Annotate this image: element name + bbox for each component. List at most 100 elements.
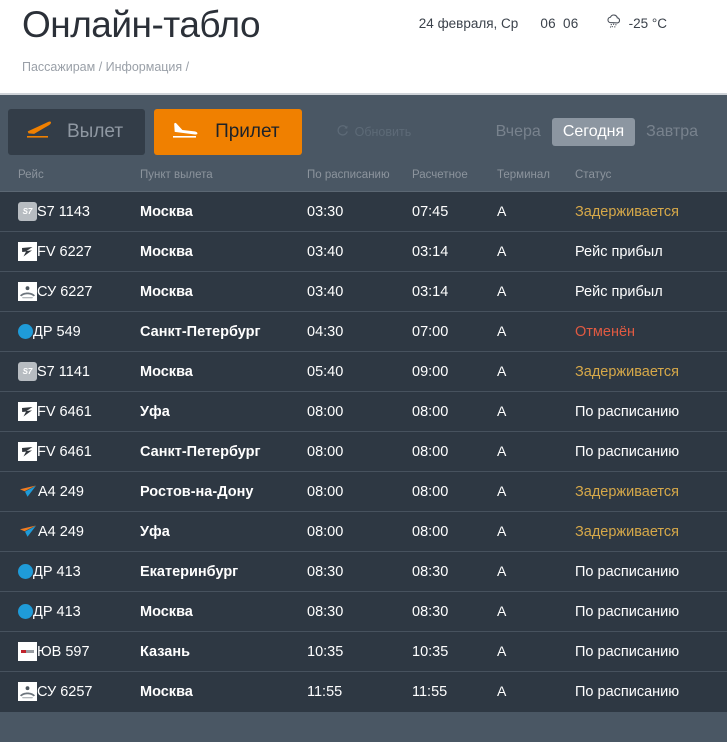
table-row[interactable]: ЮВ 597 Казань 10:35 10:35 A По расписанию (0, 631, 727, 672)
airline-logo-nordstar (18, 564, 33, 579)
day-btn-today[interactable]: Сегодня (551, 118, 636, 146)
tab-arrival[interactable]: Прилет (154, 109, 302, 155)
cell-scheduled: 08:00 (307, 432, 412, 472)
header-meta: 24 февраля, Ср 06 06 -25 °C (419, 2, 705, 33)
flight-number: A4 249 (38, 523, 84, 540)
header-flight[interactable]: Рейс (0, 169, 140, 192)
cell-estimated: 08:30 (412, 592, 497, 632)
estimated-time: 11:55 (412, 683, 448, 700)
table-row[interactable]: ДР 413 Екатеринбург 08:30 08:30 A По расписан… (0, 551, 727, 592)
status-badge: По расписанию (575, 603, 680, 620)
header-scheduled[interactable]: По расписанию (307, 169, 412, 192)
header-terminal[interactable]: Терминал (497, 169, 575, 192)
cell-estimated: 07:45 (412, 192, 497, 232)
cell-estimated: 11:55 (412, 672, 497, 712)
status-badge: Отменён (575, 323, 636, 340)
header-status[interactable]: Статус (575, 169, 727, 192)
refresh-label: Обновить (354, 125, 412, 139)
table-row[interactable]: S7 S7 1141 Москва 05:40 09:00 A Задерживается (0, 351, 727, 392)
cell-terminal: A (497, 512, 575, 552)
airline-logo-rossiya (18, 242, 37, 261)
estimated-time: 08:30 (412, 603, 449, 620)
table-row[interactable]: S7 S7 1143 Москва 03:30 07:45 A Задерживается (0, 191, 727, 232)
table-row[interactable]: ДР 549 Санкт-Петербург 04:30 07:00 A Отменён (0, 311, 727, 352)
table-row[interactable]: СУ 6227 Москва 03:40 03:14 A Рейс прибыл (0, 271, 727, 312)
cell-status: По расписанию (575, 552, 727, 592)
cell-origin: Москва (140, 192, 307, 232)
flight-number: СУ 6227 (37, 283, 93, 300)
scheduled-time: 08:30 (307, 603, 344, 620)
terminal-value: A (497, 643, 507, 659)
estimated-time: 03:14 (412, 243, 449, 260)
table-row[interactable]: ДР 413 Москва 08:30 08:30 A По расписанию (0, 591, 727, 632)
cell-estimated: 08:00 (412, 392, 497, 432)
terminal-value: A (497, 483, 507, 499)
tab-departure[interactable]: Вылет (8, 109, 146, 155)
board-control-bar: Вылет Прилет Обновить Вчера Сегодня Завт… (0, 109, 727, 155)
table-row[interactable]: СУ 6257 Москва 11:55 11:55 A По расписанию (0, 671, 727, 712)
scheduled-time: 04:30 (307, 323, 344, 340)
cell-terminal: A (497, 192, 575, 232)
cell-flight: FV 6227 (0, 232, 140, 272)
plane-landing-icon (170, 119, 202, 146)
table-row[interactable]: A4 249 Уфа 08:00 08:00 A Задерживается (0, 511, 727, 552)
cell-scheduled: 05:40 (307, 352, 412, 392)
flight-table: Рейс Пункт вылета По расписанию Расчетно… (0, 169, 727, 712)
refresh-button[interactable]: Обновить (336, 124, 412, 140)
terminal-value: A (497, 203, 507, 219)
cell-status: По расписанию (575, 592, 727, 632)
snow-cloud-icon (605, 14, 623, 33)
origin-city: Уфа (140, 403, 170, 420)
origin-city: Уфа (140, 523, 170, 540)
scheduled-time: 08:00 (307, 443, 344, 460)
cell-flight: ДР 549 (0, 312, 140, 352)
scheduled-time: 03:30 (307, 203, 344, 220)
cell-flight: S7 S7 1141 (0, 352, 140, 392)
breadcrumb[interactable]: Пассажирам / Информация / (22, 60, 705, 74)
flight-number: S7 1141 (37, 363, 90, 380)
cell-status: Рейс прибыл (575, 272, 727, 312)
tab-departure-label: Вылет (67, 121, 124, 142)
cell-flight: СУ 6227 (0, 272, 140, 312)
day-btn-tomorrow[interactable]: Завтра (635, 118, 709, 146)
table-row[interactable]: A4 249 Ростов-на-Дону 08:00 08:00 A Задержива… (0, 471, 727, 512)
plane-takeoff-icon (24, 119, 54, 146)
cell-terminal: A (497, 672, 575, 712)
current-date: 24 февраля, Ср (418, 16, 519, 31)
table-row[interactable]: FV 6227 Москва 03:40 03:14 A Рейс прибыл (0, 231, 727, 272)
weather-widget: -25 °C (605, 14, 667, 33)
estimated-time: 08:00 (412, 443, 449, 460)
airline-logo-rossiya (18, 442, 37, 461)
cell-status: По расписанию (575, 672, 727, 712)
terminal-value: A (497, 443, 507, 459)
flight-number: СУ 6257 (37, 683, 93, 700)
airline-logo-rossiya (18, 402, 37, 421)
origin-city: Москва (140, 363, 193, 380)
cell-origin: Екатеринбург (140, 552, 307, 592)
estimated-time: 07:00 (412, 323, 449, 340)
airline-logo-azimuth (18, 524, 38, 540)
origin-city: Москва (140, 283, 193, 300)
scheduled-time: 10:35 (307, 643, 344, 660)
cell-origin: Санкт-Петербург (140, 432, 307, 472)
scheduled-time: 08:00 (307, 523, 344, 540)
header-estimated[interactable]: Расчетное (412, 169, 497, 192)
cell-status: Задерживается (575, 352, 727, 392)
cell-flight: ДР 413 (0, 552, 140, 592)
cell-estimated: 09:00 (412, 352, 497, 392)
header-origin[interactable]: Пункт вылета (140, 169, 307, 192)
day-btn-yesterday[interactable]: Вчера (485, 118, 552, 146)
cell-status: Рейс прибыл (575, 232, 727, 272)
cell-terminal: A (497, 232, 575, 272)
status-badge: Задерживается (575, 363, 679, 380)
estimated-time: 08:00 (412, 523, 449, 540)
estimated-time: 08:00 (412, 483, 449, 500)
table-row[interactable]: FV 6461 Уфа 08:00 08:00 A По расписанию (0, 391, 727, 432)
estimated-time: 03:14 (412, 283, 449, 300)
terminal-value: A (497, 363, 507, 379)
cell-status: По расписанию (575, 432, 727, 472)
table-row[interactable]: FV 6461 Санкт-Петербург 08:00 08:00 A По расп… (0, 431, 727, 472)
cell-status: По расписанию (575, 392, 727, 432)
title-row: Онлайн-табло 24 февраля, Ср 06 06 -25 °C (22, 0, 705, 48)
cell-terminal: A (497, 472, 575, 512)
